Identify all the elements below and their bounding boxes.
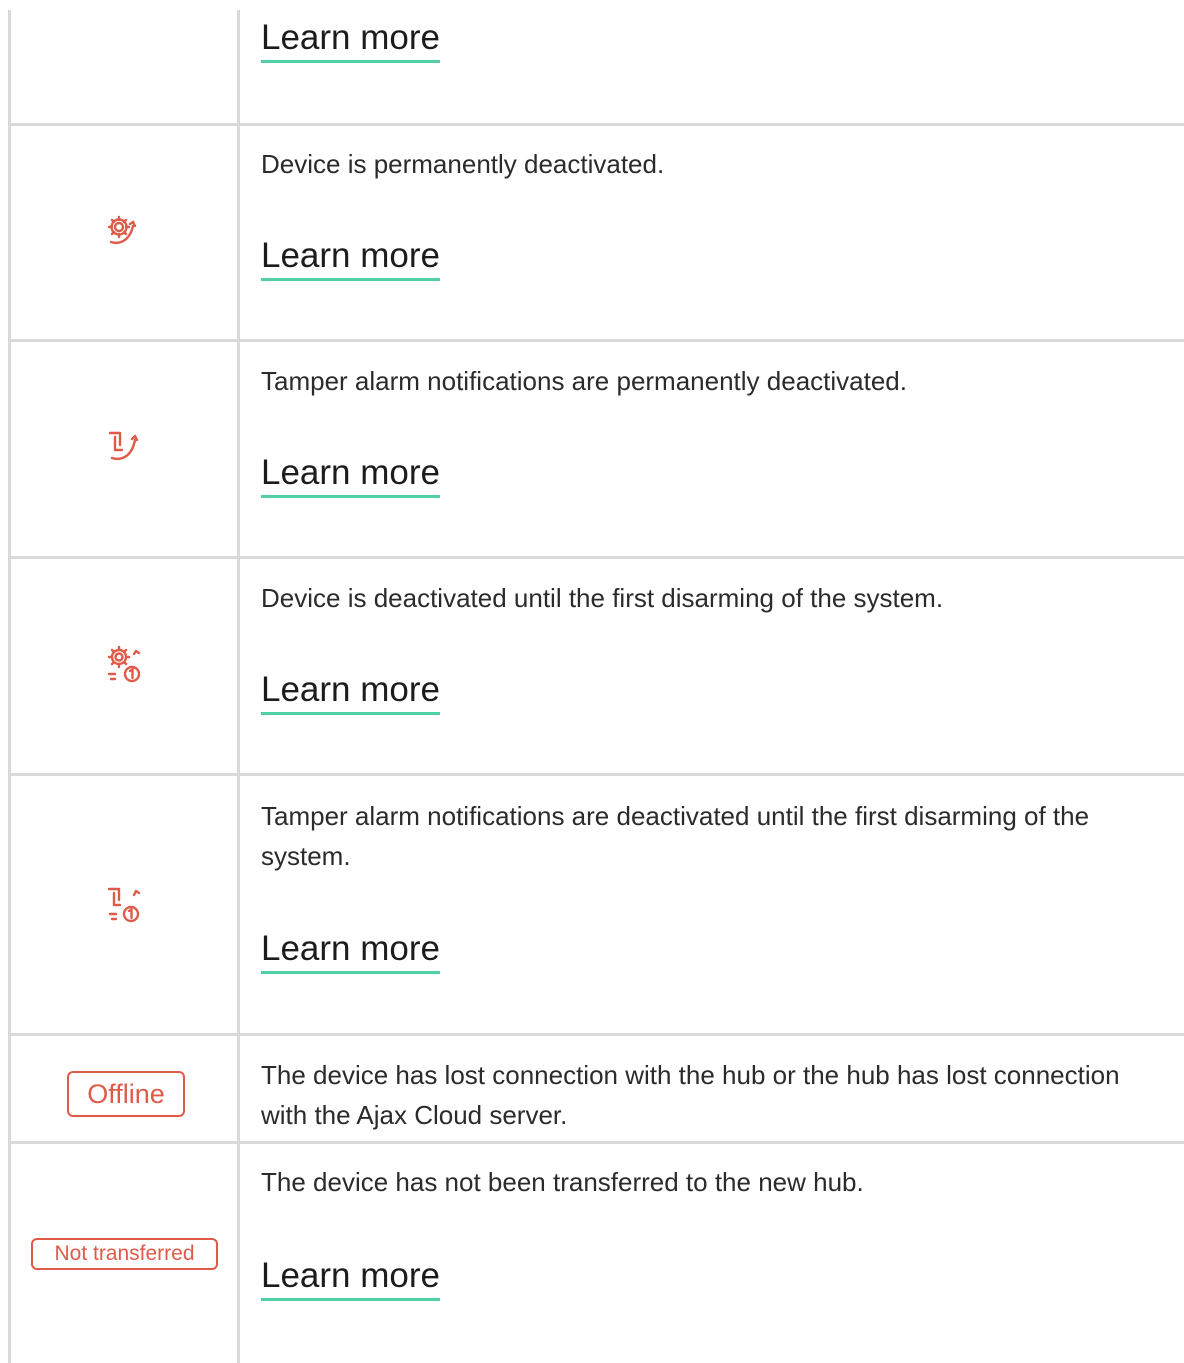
row-description: The device has not been transferred to t… [261,1167,864,1197]
row-divider [8,773,1184,776]
row-description: The device has lost connection with the … [261,1060,1120,1130]
learn-more-link[interactable]: Learn more [261,451,440,498]
row-description: Tamper alarm notifications are deactivat… [261,801,1090,871]
tamper-deactivated-icon [108,431,139,460]
not-transferred-status-badge: Not transferred [31,1238,218,1270]
row-description: Tamper alarm notifications are permanent… [261,366,907,396]
learn-more-link[interactable]: Learn more [261,16,440,63]
learn-more-link[interactable]: Learn more [261,1254,440,1301]
gear-deactivated-icon [107,215,137,244]
offline-status-badge: Offline [67,1071,185,1117]
row-divider [8,1033,1184,1036]
table-column-divider [237,10,240,1363]
learn-more-link[interactable]: Learn more [261,234,440,281]
learn-more-link[interactable]: Learn more [261,927,440,974]
learn-more-link[interactable]: Learn more [261,668,440,715]
row-divider [8,556,1184,559]
row-divider [8,123,1184,126]
tamper-deactivated-once-icon [107,887,141,923]
row-description: Device is deactivated until the first di… [261,583,944,613]
table-left-border [8,10,11,1363]
row-divider [8,1141,1184,1144]
gear-deactivated-once-icon [107,645,141,683]
row-description: Device is permanently deactivated. [261,149,665,179]
row-divider [8,339,1184,342]
